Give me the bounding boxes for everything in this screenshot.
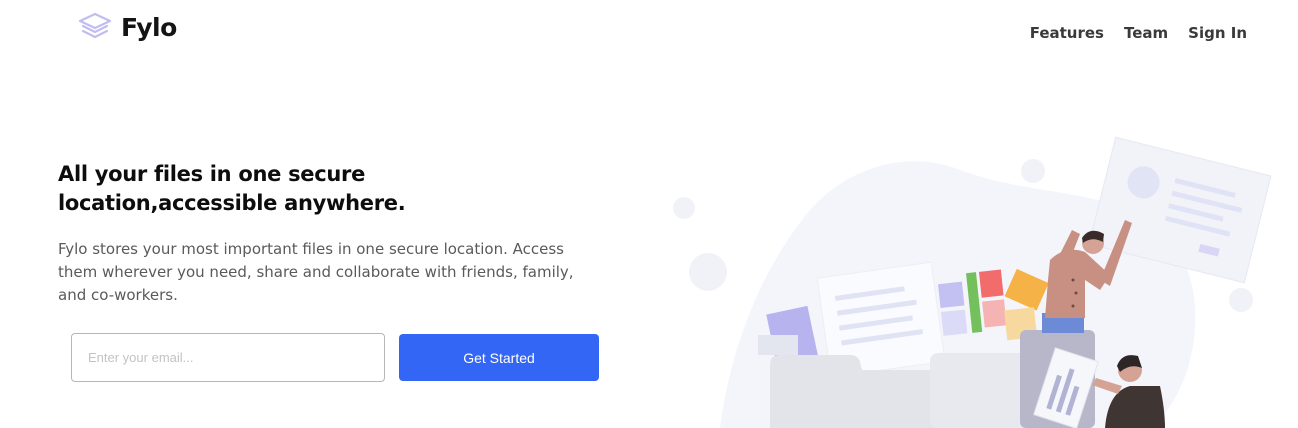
nav-link-features[interactable]: Features	[1030, 24, 1104, 42]
logo[interactable]: Fylo	[78, 12, 177, 42]
stacked-layers-icon	[78, 12, 112, 39]
email-input[interactable]	[71, 333, 385, 382]
hero-description: Fylo stores your most important files in…	[58, 240, 574, 304]
nav-link-sign-in[interactable]: Sign In	[1188, 24, 1247, 42]
nav-link-team[interactable]: Team	[1124, 24, 1168, 42]
get-started-button[interactable]: Get Started	[399, 334, 599, 381]
hero-illustration	[673, 136, 1272, 428]
logo-text: Fylo	[121, 12, 177, 42]
main-nav: Features Team Sign In	[1030, 24, 1247, 42]
hero-title: All your files in one secure location,ac…	[58, 162, 406, 215]
